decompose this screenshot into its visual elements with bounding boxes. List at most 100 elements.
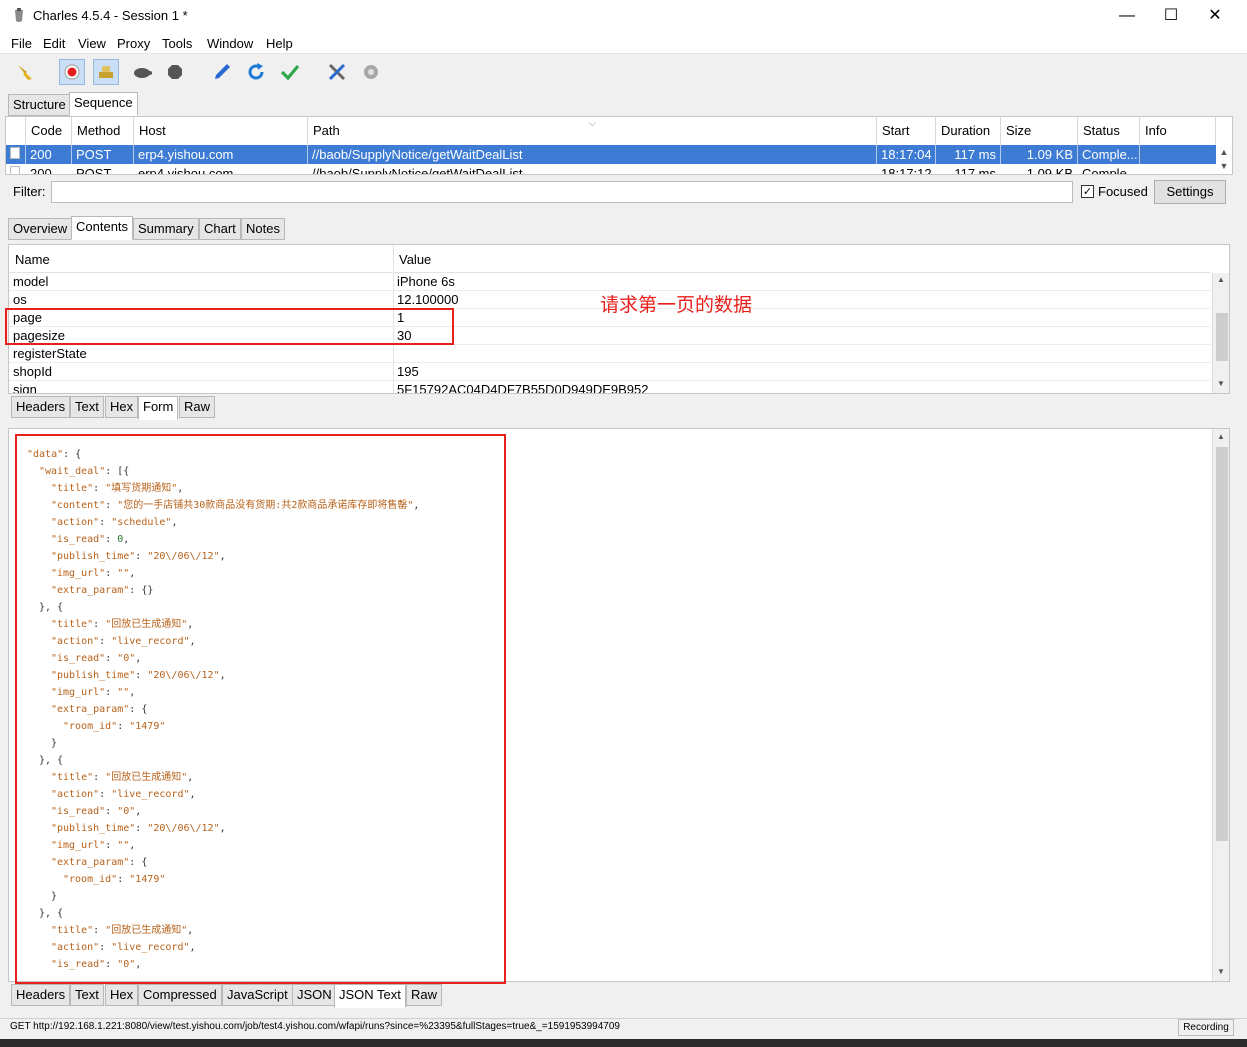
resp-tab-javascript[interactable]: JavaScript [222,984,293,1006]
param-name: registerState [13,346,87,361]
taskbar-strip [0,1039,1247,1047]
check-icon[interactable] [277,59,303,85]
refresh-icon[interactable] [243,59,269,85]
resp-tab-text[interactable]: Text [70,984,104,1006]
recording-status[interactable]: Recording [1178,1019,1234,1036]
settings-button[interactable]: Settings [1154,180,1226,204]
form-scrollbar[interactable]: ▲ ▼ [1212,273,1229,393]
cell-status: Comple... [1078,145,1140,164]
minimize-button[interactable]: — [1104,0,1150,32]
menu-edit[interactable]: Edit [43,36,65,51]
req-tab-headers[interactable]: Headers [11,396,71,418]
tab-chart[interactable]: Chart [199,218,241,240]
cell-code: 200 [26,145,72,164]
form-row[interactable]: model iPhone 6s [9,273,1211,291]
resp-tab-json[interactable]: JSON [292,984,337,1006]
value-header[interactable]: Value [399,252,431,267]
col-status[interactable]: Status [1078,117,1140,145]
cell-start: 18:17:12 [877,164,936,174]
menu-help[interactable]: Help [266,36,293,51]
turtle-icon[interactable] [129,59,155,85]
scroll-up-icon[interactable]: ▲ [1217,275,1225,284]
cell-duration: 117 ms [936,164,1001,174]
page-params-highlight [5,308,454,345]
form-row[interactable]: shopId 195 [9,363,1211,381]
tools-icon[interactable] [324,59,350,85]
resp-tab-json-text[interactable]: JSON Text [334,984,406,1008]
json-scrollbar[interactable]: ▲ ▼ [1212,429,1229,981]
cell-method: POST [72,145,134,164]
param-value: 12.100000 [397,292,459,307]
maximize-button[interactable]: ☐ [1148,0,1194,32]
table-row[interactable]: 200 POST erp4.yishou.com //baob/SupplyNo… [6,164,1216,174]
tab-structure[interactable]: Structure [8,94,71,116]
resp-tab-hex[interactable]: Hex [105,984,139,1006]
req-tab-hex[interactable]: Hex [105,396,139,418]
scroll-down-icon[interactable]: ▼ [1217,379,1225,388]
tab-sequence[interactable]: Sequence [69,92,138,116]
charles-app-icon [12,8,26,24]
col-duration[interactable]: Duration [936,117,1001,145]
close-button[interactable]: ✕ [1192,0,1238,32]
col-icon-header [6,117,26,145]
focused-checkbox[interactable]: ✓ [1081,185,1094,198]
filter-input[interactable] [51,181,1073,203]
param-value: 195 [397,364,419,379]
tab-summary[interactable]: Summary [133,218,199,240]
tab-contents[interactable]: Contents [71,216,134,240]
scroll-up-icon[interactable]: ▲ [1217,432,1225,441]
focused-label: Focused [1098,184,1148,199]
col-info[interactable]: Info [1140,117,1216,145]
col-size[interactable]: Size [1001,117,1078,145]
cell-method: POST [72,164,134,174]
req-tab-form[interactable]: Form [138,396,179,420]
cell-size: 1.09 KB [1001,145,1078,164]
resp-tab-compressed[interactable]: Compressed [138,984,222,1006]
annotation-text: 请求第一页的数据 [600,294,753,316]
status-text: GET http://192.168.1.221:8080/view/test.… [10,1021,620,1032]
resp-tab-raw[interactable]: Raw [406,984,443,1006]
param-name: model [13,274,49,289]
tab-notes[interactable]: Notes [241,218,285,240]
menu-window[interactable]: Window [207,36,253,51]
tab-overview[interactable]: Overview [8,218,73,240]
param-name: shopId [13,364,53,379]
cell-host: erp4.yishou.com [134,164,308,174]
stop-icon[interactable] [162,59,188,85]
record-icon[interactable] [59,59,85,85]
col-start[interactable]: Start [877,117,936,145]
table-scroll-arrows[interactable]: ▲ ▼ [1216,145,1232,174]
cell-start: 18:17:04 [877,145,936,164]
scroll-thumb[interactable] [1216,447,1228,841]
form-row[interactable]: registerState [9,345,1211,363]
cell-host: erp4.yishou.com [134,145,308,164]
menu-view[interactable]: View [78,36,106,51]
form-header-row [9,245,1211,273]
menu-proxy[interactable]: Proxy [117,36,150,51]
cell-path: //baob/SupplyNotice/getWaitDealList [308,164,877,174]
menu-file[interactable]: File [11,36,32,51]
scroll-down-icon[interactable]: ▼ [1217,967,1225,976]
scroll-thumb[interactable] [1216,313,1228,361]
table-row[interactable]: 200 POST erp4.yishou.com //baob/SupplyNo… [6,145,1216,164]
req-tab-raw[interactable]: Raw [179,396,216,418]
throttle-icon[interactable] [93,59,119,85]
menu-tools[interactable]: Tools [162,36,192,51]
col-method[interactable]: Method [72,117,134,145]
cell-code: 200 [26,164,72,174]
form-row[interactable]: sign 5F15792AC04D4DF7B55D0D949DE9B952 [9,381,1211,393]
param-name: os [13,292,27,307]
resp-tab-headers[interactable]: Headers [11,984,71,1006]
col-code[interactable]: Code [26,117,72,145]
name-header[interactable]: Name [15,252,50,267]
sequence-table: Code Method Host Path Start Duration Siz… [5,116,1233,175]
cell-duration: 117 ms [936,145,1001,164]
cell-size: 1.09 KB [1001,164,1078,174]
col-host[interactable]: Host [134,117,308,145]
pen-icon[interactable] [209,59,235,85]
req-tab-text[interactable]: Text [70,396,104,418]
json-highlight [15,434,506,984]
document-icon [6,164,26,174]
gear-icon[interactable] [358,59,384,85]
broom-icon[interactable] [12,59,38,85]
